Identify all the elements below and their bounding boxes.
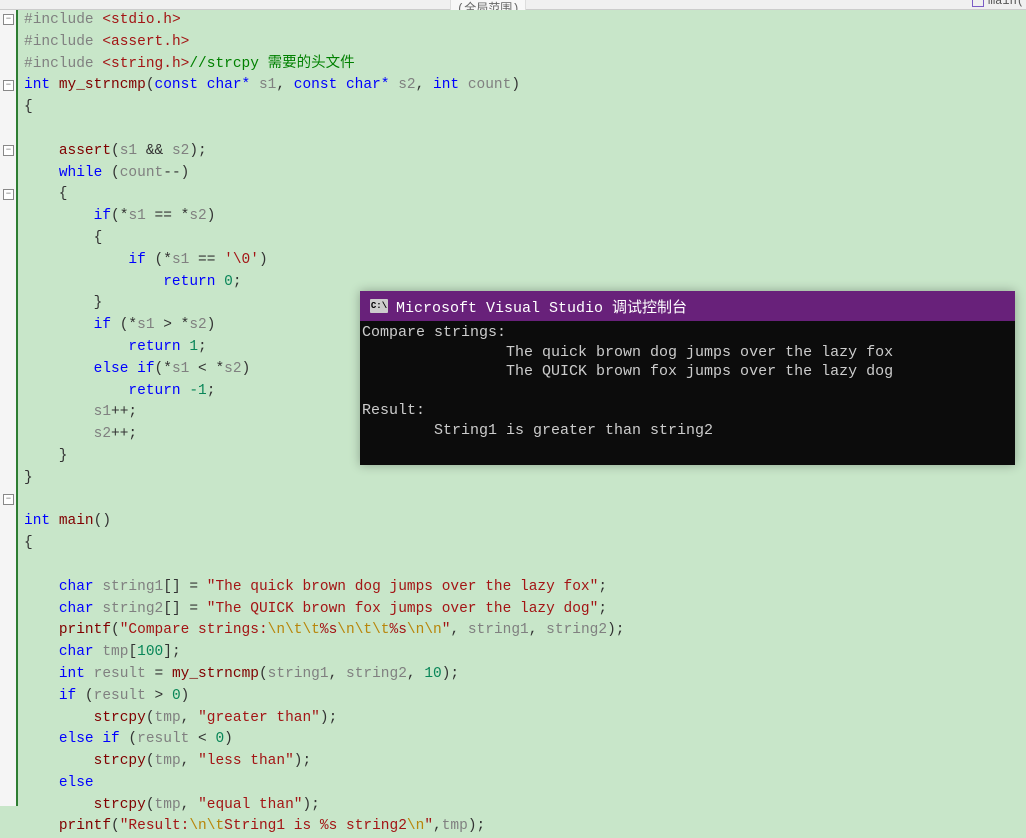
- debug-console: C:\ Microsoft Visual Studio 调试控制台 Compar…: [360, 291, 1015, 465]
- console-titlebar[interactable]: C:\ Microsoft Visual Studio 调试控制台: [360, 291, 1015, 321]
- fold-toggle[interactable]: −: [3, 189, 14, 200]
- fold-toggle[interactable]: −: [3, 494, 14, 505]
- fold-toggle[interactable]: −: [3, 14, 14, 25]
- code-editor[interactable]: − − − − − #include <stdio.h> #include <a…: [0, 10, 1026, 806]
- main-function-selector[interactable]: main(: [972, 0, 1024, 8]
- console-output[interactable]: Compare strings: The quick brown dog jum…: [360, 321, 1015, 465]
- console-title-text: Microsoft Visual Studio 调试控制台: [396, 296, 687, 317]
- main-label-text: main(: [988, 0, 1024, 8]
- fold-toggle[interactable]: −: [3, 145, 14, 156]
- cube-icon: [972, 0, 984, 7]
- fold-toggle[interactable]: −: [3, 80, 14, 91]
- gutter: − − − − −: [0, 10, 18, 806]
- console-icon: C:\: [370, 299, 388, 313]
